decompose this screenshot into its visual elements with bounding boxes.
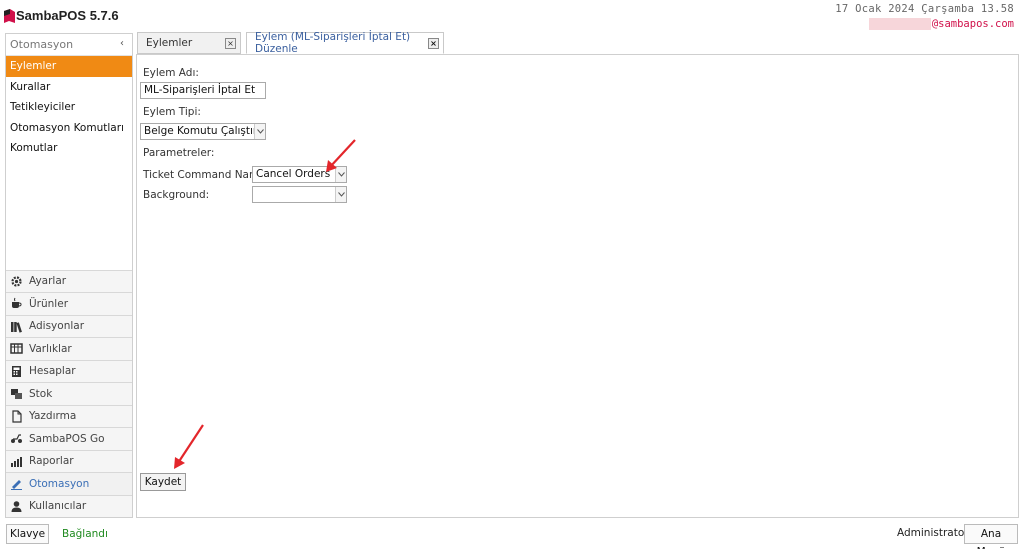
sidebar-item-kurallar[interactable]: Kurallar: [6, 77, 132, 98]
nav-label: Hesaplar: [29, 365, 76, 378]
tab-label: Eylemler: [146, 37, 193, 49]
scooter-icon: [10, 432, 23, 445]
close-icon[interactable]: ×: [428, 38, 439, 49]
table-icon: [10, 342, 23, 355]
collapse-icon[interactable]: ‹: [120, 38, 124, 49]
nav-label: Ürünler: [29, 297, 69, 310]
action-type-label: Eylem Tipi:: [143, 106, 201, 118]
sidebar: Otomasyon ‹ Eylemler Kurallar Tetikleyic…: [5, 33, 133, 518]
sidebar-item-otomasyon-komutlari[interactable]: Otomasyon Komutları: [6, 118, 132, 139]
nav-raporlar[interactable]: Raporlar: [6, 449, 132, 472]
sambapos-logo-icon: [4, 9, 15, 23]
document-icon: [10, 410, 23, 423]
nav-label: Adisyonlar: [29, 320, 85, 333]
nav-kullanicilar[interactable]: Kullanıcılar: [6, 494, 132, 517]
ticket-command-name-select[interactable]: Cancel Orders: [252, 166, 347, 183]
background-select[interactable]: [252, 186, 347, 203]
nav-adisyonlar[interactable]: Adisyonlar: [6, 314, 132, 337]
background-label: Background:: [143, 189, 210, 201]
sidebar-items: Eylemler Kurallar Tetikleyiciler Otomasy…: [6, 56, 132, 159]
calculator-icon: [10, 365, 23, 378]
sidebar-item-tetikleyiciler[interactable]: Tetikleyiciler: [6, 97, 132, 118]
user-icon: [10, 500, 23, 513]
sidebar-header-label: Otomasyon: [10, 38, 74, 51]
stock-icon: [10, 387, 23, 400]
nav-label: Otomasyon: [29, 477, 90, 490]
sidebar-item-komutlar[interactable]: Komutlar: [6, 138, 132, 159]
nav-label: Ayarlar: [29, 275, 67, 288]
nav-stok[interactable]: Stok: [6, 382, 132, 405]
nav-urunler[interactable]: Ürünler: [6, 292, 132, 315]
sidebar-item-eylemler[interactable]: Eylemler: [6, 56, 132, 77]
nav-label: Varlıklar: [29, 342, 72, 355]
title-bar: SambaPOS 5.7.6 17 Ocak 2024 Çarşamba 13.…: [0, 0, 1024, 32]
chevron-down-icon[interactable]: [254, 124, 265, 139]
tab-label: Eylem (ML-Siparişleri İptal Et) Düzenle: [255, 31, 411, 55]
document-tabs: Eylemler × Eylem (ML-Siparişleri İptal E…: [137, 31, 1019, 55]
sidebar-header: Otomasyon ‹: [6, 34, 132, 56]
email-text: @sambapos.com: [931, 18, 1014, 30]
nav-label: Yazdırma: [29, 410, 77, 423]
module-nav: Ayarlar Ürünler Adisyonlar Varlıklar Hes…: [6, 269, 132, 517]
nav-label: Stok: [29, 387, 53, 400]
pencil-icon: [10, 477, 23, 491]
select-value: Cancel Orders: [256, 168, 331, 180]
nav-yazdirma[interactable]: Yazdırma: [6, 404, 132, 427]
tab-eylem-duzenle[interactable]: Eylem (ML-Siparişleri İptal Et) Düzenle …: [246, 31, 444, 55]
bar-chart-icon: [10, 455, 23, 468]
action-name-input[interactable]: ML-Siparişleri İptal Et: [140, 82, 266, 99]
current-user: Administrator: [897, 527, 969, 539]
chevron-down-icon[interactable]: [335, 167, 346, 182]
app-title: SambaPOS 5.7.6: [16, 8, 119, 23]
connection-status: Bağlandı: [62, 528, 108, 540]
nav-varliklar[interactable]: Varlıklar: [6, 337, 132, 360]
nav-label: Raporlar: [29, 455, 74, 468]
parameters-label: Parametreler:: [143, 147, 215, 159]
books-icon: [10, 320, 23, 333]
main-menu-button[interactable]: Ana Menü: [964, 524, 1018, 549]
action-type-select[interactable]: Belge Komutu Çalıştır: [140, 123, 266, 140]
user-email: @sambapos.com: [868, 17, 1014, 31]
select-value: Belge Komutu Çalıştır: [144, 125, 258, 137]
status-bar: Klavye Bağlandı Administrator Ana Menü: [0, 521, 1024, 549]
nav-hesaplar[interactable]: Hesaplar: [6, 359, 132, 382]
redacted-block: [868, 18, 931, 30]
tab-eylemler[interactable]: Eylemler ×: [137, 32, 241, 54]
coffee-icon: [10, 297, 23, 310]
close-icon[interactable]: ×: [225, 38, 236, 49]
chevron-down-icon[interactable]: [335, 187, 346, 202]
datetime-display: 17 Ocak 2024 Çarşamba 13.58: [835, 3, 1014, 15]
ticket-command-name-label: Ticket Command Name:: [143, 169, 270, 181]
nav-ayarlar[interactable]: Ayarlar: [6, 269, 132, 292]
nav-label: Kullanıcılar: [29, 500, 87, 513]
nav-otomasyon[interactable]: Otomasyon: [6, 472, 132, 495]
action-editor-panel: Eylem Adı: ML-Siparişleri İptal Et Eylem…: [136, 54, 1019, 518]
nav-sambapos-go[interactable]: SambaPOS Go: [6, 427, 132, 450]
action-name-label: Eylem Adı:: [143, 67, 199, 79]
nav-label: SambaPOS Go: [29, 432, 105, 445]
save-button[interactable]: Kaydet: [140, 473, 186, 491]
gear-icon: [10, 275, 23, 288]
keyboard-button[interactable]: Klavye: [6, 524, 49, 544]
